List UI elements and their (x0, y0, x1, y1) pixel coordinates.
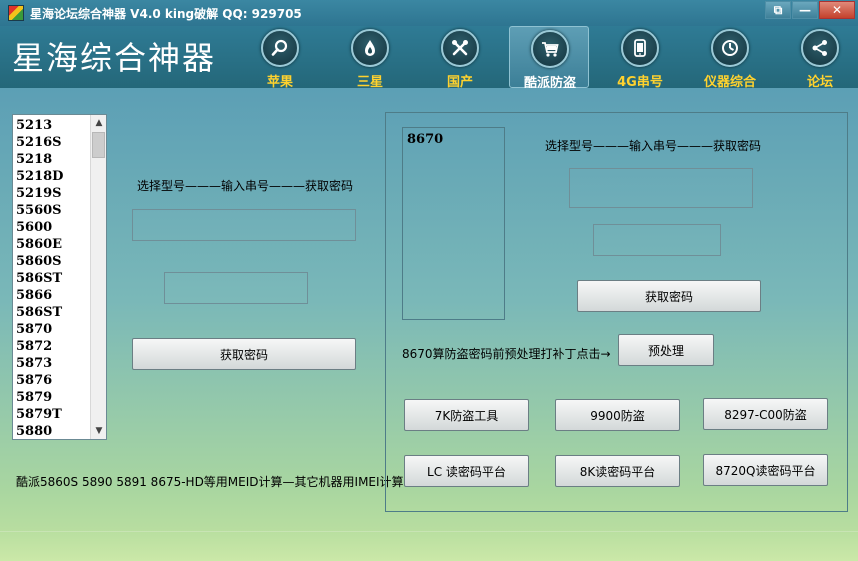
model-list-item[interactable]: 5860S (16, 253, 90, 270)
nav-domestic[interactable]: 国产 (420, 26, 500, 90)
right-serial-input[interactable] (569, 168, 753, 208)
model-list-item[interactable]: 586ST (16, 270, 90, 287)
tools-icon (441, 29, 479, 67)
right-instruction: 选择型号———输入串号———获取密码 (545, 139, 762, 153)
model-listbox[interactable]: 5213 5216S 5218 5218D 5219S 5560S 5600 5860E 586… (12, 114, 107, 440)
cart-icon (531, 30, 569, 68)
flame-icon (351, 29, 389, 67)
left-instruction: 选择型号———输入串号———获取密码 (137, 179, 354, 193)
scroll-up-icon[interactable]: ▲ (91, 115, 106, 131)
search-icon (261, 29, 299, 67)
memo-text: 8670 (407, 132, 444, 147)
nav-forum[interactable]: 论坛 (780, 26, 858, 90)
minimize-button[interactable]: — (792, 1, 818, 19)
tool-8k-read-password-button[interactable]: 8K读密码平台 (555, 455, 680, 487)
model-list-item[interactable]: 5880 (16, 423, 90, 439)
share-icon (801, 29, 839, 67)
model-list-item[interactable]: 586ST (16, 304, 90, 321)
nav-4g-serial[interactable]: 4G串号 (600, 26, 680, 90)
right-get-password-button[interactable]: 获取密码 (577, 280, 761, 312)
left-serial-input[interactable] (132, 209, 356, 241)
preprocess-button[interactable]: 预处理 (618, 334, 714, 366)
model-list-item[interactable]: 5213 (16, 117, 90, 134)
left-get-password-button[interactable]: 获取密码 (132, 338, 356, 370)
nav-coolpad-antitheft[interactable]: 酷派防盗 (509, 26, 589, 91)
tool-8720q-read-password-button[interactable]: 8720Q读密码平台 (703, 454, 828, 486)
scroll-down-icon[interactable]: ▼ (91, 423, 106, 439)
scroll-thumb[interactable] (92, 132, 105, 158)
restore-button[interactable]: ⧉ (765, 1, 791, 19)
model-list-item[interactable]: 5870 (16, 321, 90, 338)
tool-9900-antitheft-button[interactable]: 9900防盗 (555, 399, 680, 431)
model-list-item[interactable]: 5600 (16, 219, 90, 236)
model-list: 5213 5216S 5218 5218D 5219S 5560S 5600 5860E 586… (16, 117, 90, 439)
gauge-icon (711, 29, 749, 67)
footer-note: 酷派5860S 5890 5891 8675-HD等用MEID计算—其它机器用I… (16, 475, 409, 489)
nav-instruments[interactable]: 仪器综合 (690, 26, 770, 90)
list-scrollbar[interactable]: ▲ ▼ (90, 115, 106, 439)
brand-title: 星海综合神器 (12, 39, 217, 77)
model-list-item[interactable]: 5866 (16, 287, 90, 304)
close-button[interactable]: ✕ (819, 1, 855, 19)
tool-lc-read-password-button[interactable]: LC 读密码平台 (404, 455, 529, 487)
model-list-item[interactable]: 5219S (16, 185, 90, 202)
model-list-item[interactable]: 5218 (16, 151, 90, 168)
tool-7k-antitheft-button[interactable]: 7K防盗工具 (404, 399, 529, 431)
model-list-item[interactable]: 5218D (16, 168, 90, 185)
model-list-item[interactable]: 5879T (16, 406, 90, 423)
nav-samsung[interactable]: 三星 (330, 26, 410, 90)
model-memo[interactable]: 8670 (402, 127, 505, 320)
model-list-item[interactable]: 5879 (16, 389, 90, 406)
title-bar: 星海论坛综合神器 V4.0 king破解 QQ: 929705 ⧉ — ✕ (0, 0, 858, 26)
phone-icon (621, 29, 659, 67)
preprocess-note: 8670算防盗密码前预处理打补丁点击→ (402, 347, 611, 361)
right-password-output[interactable] (593, 224, 721, 256)
header: 星海综合神器 苹果 三星 国产 酷派防盗 4G串号 仪器综合 论坛 (0, 26, 858, 91)
window-title: 星海论坛综合神器 V4.0 king破解 QQ: 929705 (30, 7, 302, 21)
nav-apple[interactable]: 苹果 (240, 26, 320, 90)
model-list-item[interactable]: 5560S (16, 202, 90, 219)
status-bar (0, 531, 858, 561)
model-list-item[interactable]: 5216S (16, 134, 90, 151)
left-password-output[interactable] (164, 272, 308, 304)
tool-8297-antitheft-button[interactable]: 8297-C00防盗 (703, 398, 828, 430)
right-panel: 8670 选择型号———输入串号———获取密码 获取密码 8670算防盗密码前预… (385, 112, 848, 512)
main-panel: 5213 5216S 5218 5218D 5219S 5560S 5600 5860E 586… (0, 88, 858, 561)
model-list-item[interactable]: 5876 (16, 372, 90, 389)
model-list-item[interactable]: 5872 (16, 338, 90, 355)
model-list-item[interactable]: 5873 (16, 355, 90, 372)
app-icon (8, 5, 24, 21)
model-list-item[interactable]: 5860E (16, 236, 90, 253)
